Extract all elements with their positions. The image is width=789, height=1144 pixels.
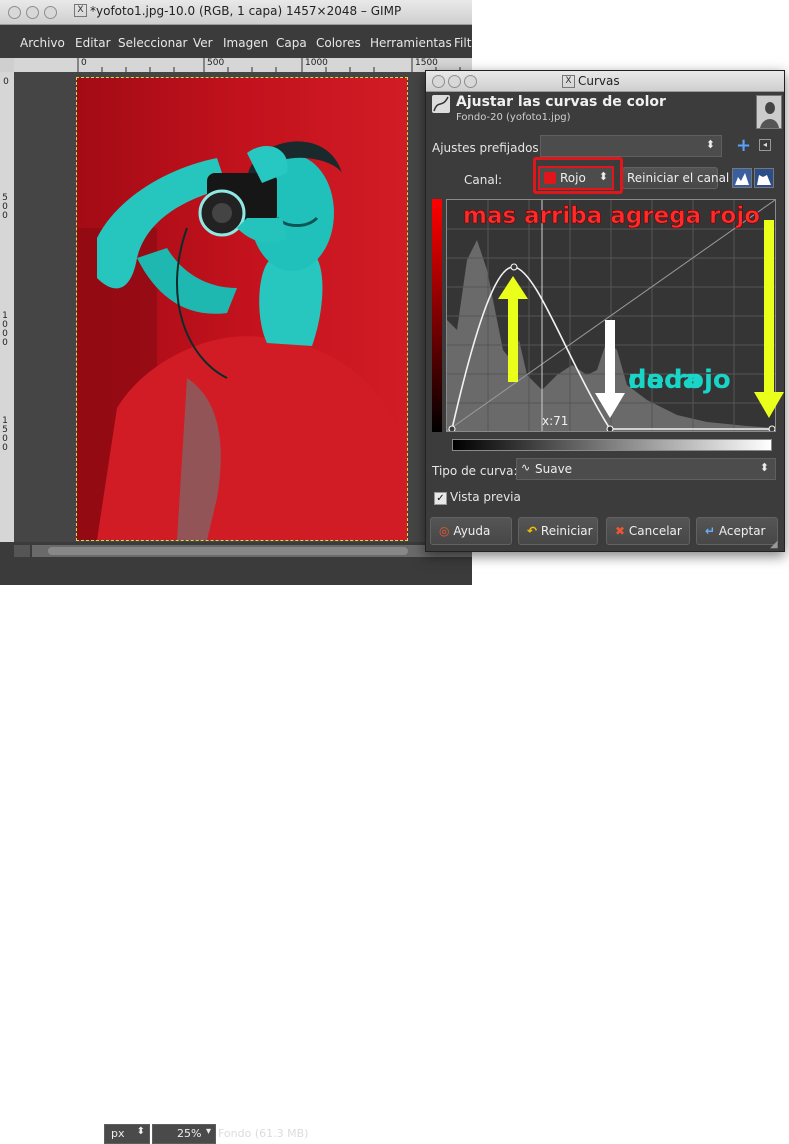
zoom-selector[interactable]: 25% ▾ xyxy=(152,1124,216,1144)
unit-value: px xyxy=(111,1127,125,1140)
arrow-up-icon xyxy=(498,276,528,382)
status-text: Fondo (61.3 MB) xyxy=(218,1127,309,1140)
annotation-line-2: de rojo xyxy=(628,365,731,395)
arrow-down-icon xyxy=(595,320,625,418)
annotation-arrows xyxy=(498,220,784,418)
arrow-down-icon xyxy=(754,220,784,418)
chevron-down-icon: ▾ xyxy=(205,1126,211,1137)
chevron-updown-icon: ⬍ xyxy=(136,1126,145,1137)
zoom-value: 25% xyxy=(177,1127,202,1140)
unit-selector[interactable]: px ⬍ xyxy=(104,1124,150,1144)
